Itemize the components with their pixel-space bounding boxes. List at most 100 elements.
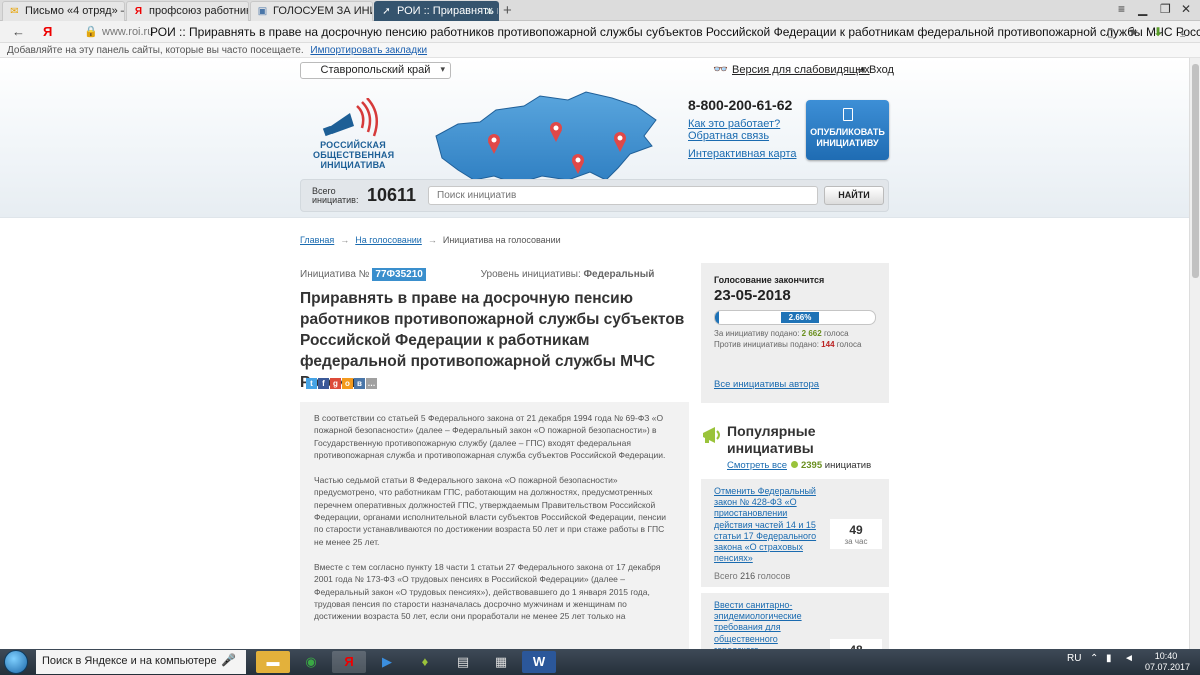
odnoklassniki-icon[interactable]: o [342,378,353,389]
site-header: Ставропольский край ▾ 👓 Версия для слабо… [0,58,1189,218]
twitter-icon[interactable]: t [306,378,317,389]
author-initiatives-link[interactable]: Все инициативы автора [714,379,819,390]
share-buttons: t f g o в… [306,378,378,392]
browser-tab-yandex[interactable]: Я профсоюз работников гос [126,1,249,21]
publish-initiative-button[interactable]: ОПУБЛИКОВАТЬ ИНИЦИАТИВУ [806,100,889,160]
popular-item-votes: 49 за час [830,519,882,549]
app-icon[interactable]: ♦ [408,651,442,673]
address-bar: ← Я 🔒 www.roi.ru РОИ :: Приравнять в пра… [0,21,1200,43]
scrollbar-thumb[interactable] [1192,64,1199,278]
close-tab-icon[interactable]: ✕ [485,5,494,18]
search-input[interactable] [428,186,818,205]
initiative-number: 77Ф35210 [372,268,426,281]
megaphone-logo-icon [322,97,379,137]
breadcrumb-home[interactable]: Главная [300,235,334,245]
search-panel: Всего инициатив: 10611 НАЙТИ [300,179,889,212]
google-plus-icon[interactable]: g [330,378,341,389]
browser-tab-roi[interactable]: ➚ РОИ :: Приравнять в пра ✕ [374,1,499,21]
feedback-link[interactable]: Обратная связь [688,130,769,142]
extension-icon[interactable]: ⬇ [1153,25,1163,39]
volume-icon[interactable]: ◄ [1124,653,1134,664]
accessibility-link[interactable]: Версия для слабовидящих [732,64,870,76]
bookmark-star-icon[interactable]: ★ [1128,25,1139,39]
tabs-menu-icon[interactable]: ≡ [1118,2,1125,16]
app-icon[interactable]: ▦ [484,651,518,673]
chrome-icon[interactable]: ◉ [294,651,328,673]
lock-icon[interactable]: 🔒 [84,25,98,38]
popular-item: Ввести санитарно-эпидемиологические треб… [701,593,889,649]
arrow-right-icon: → [427,235,437,245]
envelope-icon: ✉ [10,6,19,17]
app-icon[interactable]: ▤ [446,651,480,673]
voting-panel: Голосование закончится 23-05-2018 2.66% … [701,263,889,403]
import-bookmarks-link[interactable]: Импортировать закладки [310,45,427,56]
popular-item-votes: 48 [830,639,882,649]
popular-heading: Популярные инициативы [727,423,816,456]
description-paragraph: В соответствии со статьей 5 Федерального… [314,413,666,460]
arrow-right-icon: → [340,235,350,245]
vk-icon[interactable]: в [354,378,365,389]
popular-item-link[interactable]: Ввести санитарно-эпидемиологические треб… [714,600,819,649]
vote-progress-label: 2.66% [781,312,819,323]
interactive-map-link[interactable]: Интерактивная карта [688,148,797,160]
browser-tab-bar: ✉ Письмо «4 отряд» — Дим Я профсоюз рабо… [0,0,1200,21]
back-icon[interactable]: ← [12,24,25,39]
initiative-meta: Инициатива № 77Ф35210 Уровень инициативы:… [300,268,655,281]
language-indicator[interactable]: RU [1067,653,1081,664]
yandex-icon: Я [134,6,143,17]
total-initiatives-count: 10611 [367,185,417,205]
minimize-icon[interactable]: ▁ [1138,2,1147,16]
initiative-description: В соответствии со статьей 5 Федерального… [300,402,689,649]
status-dot-icon [790,461,798,468]
chevron-down-icon: ▾ [440,64,445,74]
voting-ends-date: 23-05-2018 [714,287,791,304]
login-link[interactable]: Вход [869,64,894,76]
taskbar-search-input[interactable]: Поиск в Яндексе и на компьютере 🎤 [36,650,246,674]
initiative-level-label: Уровень инициативы: [480,269,581,280]
media-player-icon[interactable]: ▶ [370,651,404,673]
description-paragraph: Частью седьмой статьи 8 Федерального зак… [314,475,667,547]
roi-icon: ➚ [382,6,391,17]
megaphone-icon [703,427,720,443]
microphone-icon[interactable]: 🎤 [221,653,236,667]
glasses-icon: 👓 [713,62,728,76]
vote-progress-fill [715,311,720,324]
taskbar: Поиск в Яндексе и на компьютере 🎤 ▬ ◉ Я … [0,649,1200,675]
login-icon: ⇥ [856,64,866,76]
popular-item-link[interactable]: Отменить Федеральный закон № 428-ФЗ «О п… [714,486,819,564]
yandex-browser-icon[interactable]: Я [332,651,366,673]
url-host[interactable]: www.roi.ru [102,26,153,38]
facebook-icon[interactable]: f [318,378,329,389]
close-window-icon[interactable]: ✕ [1181,2,1191,16]
word-icon[interactable]: W [522,651,556,673]
site-logo[interactable]: РОССИЙСКАЯ ОБЩЕСТВЕННАЯ ИНИЦИАТИВА [310,97,400,170]
search-button[interactable]: НАЙТИ [824,186,884,205]
new-tab-button[interactable]: + [503,2,512,19]
reader-mode-icon[interactable]: ▯ [1107,25,1114,39]
voting-ends-label: Голосование закончится [714,275,825,285]
windows-start-icon[interactable] [4,650,28,674]
vk-icon: ▣ [257,6,268,17]
tray-chevron-icon[interactable]: ⌃ [1090,653,1098,664]
votes-for: За инициативу подано: 2 662 голоса [714,329,849,338]
url-page-title[interactable]: РОИ :: Приравнять в праве на досрочную п… [150,25,1200,39]
page-viewport: Ставропольский край ▾ 👓 Версия для слабо… [0,58,1189,649]
maximize-icon[interactable]: ❐ [1160,2,1171,16]
see-all-link[interactable]: Смотреть все [727,460,787,471]
breadcrumb: Главная → На голосовании → Инициатива на гол… [300,235,561,245]
browser-tab-vote[interactable]: ▣ ГОЛОСУЕМ ЗА ИНИЦИАТИ [250,1,373,21]
breadcrumb-current: Инициатива на голосовании [442,235,561,245]
vote-progress-bar: 2.66% [714,310,876,325]
yandex-home-icon[interactable]: Я [43,24,52,39]
more-share-icon[interactable]: … [366,378,377,389]
region-select[interactable]: Ставропольский край ▾ [300,62,451,79]
how-it-works-link[interactable]: Как это работает? [688,118,780,130]
browser-tab-mail[interactable]: ✉ Письмо «4 отряд» — Дим [2,1,125,21]
breadcrumb-voting[interactable]: На голосовании [355,235,422,245]
description-paragraph: Вместе с тем согласно пункту 18 части 1 … [314,561,661,622]
taskbar-clock[interactable]: 10:40 07.07.2017 [1145,651,1190,673]
network-icon[interactable]: ▮ [1106,653,1112,664]
downloads-icon[interactable]: ⤓ [1180,25,1185,40]
file-explorer-icon[interactable]: ▬ [256,651,290,673]
page-scrollbar[interactable] [1189,58,1200,649]
